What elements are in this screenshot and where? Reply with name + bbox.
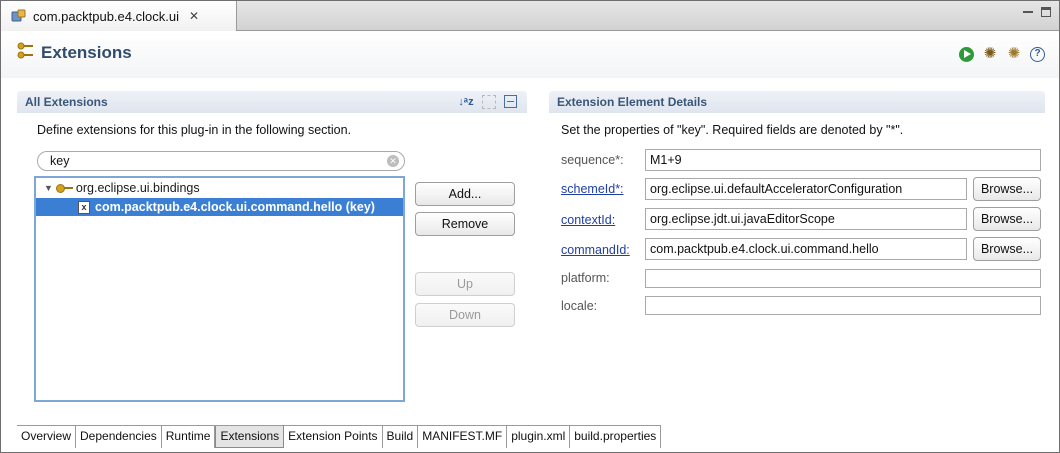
sequence-field[interactable]: M1+9 xyxy=(645,149,1041,171)
filter-value: key xyxy=(50,154,70,168)
page-header: Extensions ✺ ✺ ? xyxy=(1,32,1059,78)
up-button[interactable]: Up xyxy=(415,272,515,296)
tab-manifest[interactable]: MANIFEST.MF xyxy=(418,426,508,448)
minimize-icon[interactable] xyxy=(1023,11,1033,13)
contextid-field[interactable]: org.eclipse.jdt.ui.javaEditorScope xyxy=(645,208,967,230)
editor-tab-bar: com.packtpub.e4.clock.ui ✕ xyxy=(1,1,1059,31)
add-button[interactable]: Add... xyxy=(415,182,515,206)
schemeid-browse-button[interactable]: Browse... xyxy=(973,177,1041,201)
down-button[interactable]: Down xyxy=(415,303,515,327)
plugin-icon xyxy=(11,9,27,23)
platform-label: platform: xyxy=(561,271,610,285)
all-extensions-description: Define extensions for this plug-in in th… xyxy=(37,123,352,137)
all-extensions-title: All Extensions xyxy=(25,95,108,109)
header-toolbar: ✺ ✺ ? xyxy=(959,46,1045,62)
tab-build[interactable]: Build xyxy=(382,426,419,448)
extensions-icon xyxy=(17,42,35,60)
filter-icon xyxy=(482,95,496,109)
window-controls xyxy=(1023,7,1051,17)
locale-field[interactable] xyxy=(645,296,1041,315)
tree-item-label: com.packtpub.e4.clock.ui.command.hello (… xyxy=(95,200,375,214)
extension-point-icon xyxy=(55,183,74,193)
element-details-title: Extension Element Details xyxy=(557,95,708,109)
tab-extension-points[interactable]: Extension Points xyxy=(284,426,383,448)
page-title: Extensions xyxy=(41,43,132,62)
editor-tab[interactable]: com.packtpub.e4.clock.ui ✕ xyxy=(1,1,237,31)
commandid-field[interactable]: com.packtpub.e4.clock.ui.command.hello xyxy=(645,238,967,260)
sequence-label: sequence*: xyxy=(561,153,624,167)
element-details-description: Set the properties of "key". Required fi… xyxy=(561,123,904,137)
close-icon[interactable]: ✕ xyxy=(189,9,199,23)
commandid-link[interactable]: commandId: xyxy=(561,243,630,257)
tab-overview[interactable]: Overview xyxy=(17,426,77,448)
tree-item-element[interactable]: x com.packtpub.e4.clock.ui.command.hello… xyxy=(36,198,403,216)
platform-field[interactable] xyxy=(645,269,1041,288)
tab-build-properties[interactable]: build.properties xyxy=(570,426,662,448)
element-icon: x xyxy=(78,200,90,214)
tree-item-label: org.eclipse.ui.bindings xyxy=(75,181,200,195)
tab-runtime[interactable]: Runtime xyxy=(161,426,216,448)
contextid-browse-button[interactable]: Browse... xyxy=(973,207,1041,231)
remove-button[interactable]: Remove xyxy=(415,212,515,236)
schemeid-link[interactable]: schemeId*: xyxy=(561,182,624,196)
all-extensions-toolbar: ↓ᵃz xyxy=(458,94,517,110)
expand-toggle-icon[interactable]: ▼ xyxy=(44,183,53,193)
schemeid-field[interactable]: org.eclipse.ui.defaultAcceleratorConfigu… xyxy=(645,178,967,200)
sort-icon[interactable]: ↓ᵃz xyxy=(458,94,474,110)
debug-icon[interactable]: ✺ xyxy=(982,46,998,62)
contextid-link[interactable]: contextId: xyxy=(561,213,615,227)
tab-extensions[interactable]: Extensions xyxy=(215,426,285,448)
tab-dependencies[interactable]: Dependencies xyxy=(76,426,162,448)
extensions-tree[interactable]: ▼ org.eclipse.ui.bindings x com.packtpub… xyxy=(34,176,405,402)
all-extensions-header: All Extensions ↓ᵃz xyxy=(17,91,527,113)
editor-tab-title: com.packtpub.e4.clock.ui xyxy=(33,8,179,24)
locale-label: locale: xyxy=(561,299,598,313)
clear-filter-icon[interactable]: ✕ xyxy=(387,155,399,167)
plugin-manifest-editor: com.packtpub.e4.clock.ui ✕ Extensions ✺ … xyxy=(0,0,1060,453)
extension-filter-input[interactable]: key ✕ xyxy=(37,151,405,171)
profile-icon[interactable]: ✺ xyxy=(1006,46,1022,62)
help-icon[interactable]: ? xyxy=(1030,46,1045,62)
commandid-browse-button[interactable]: Browse... xyxy=(973,237,1041,261)
tab-plugin-xml[interactable]: plugin.xml xyxy=(507,426,571,448)
editor-page-tabs: Overview Dependencies Runtime Extensions… xyxy=(17,425,662,449)
collapse-all-icon[interactable] xyxy=(504,95,517,108)
maximize-icon[interactable] xyxy=(1041,7,1051,17)
run-icon[interactable] xyxy=(959,46,974,62)
tree-item-extension-point[interactable]: ▼ org.eclipse.ui.bindings xyxy=(36,179,403,197)
element-details-header: Extension Element Details xyxy=(549,91,1045,113)
